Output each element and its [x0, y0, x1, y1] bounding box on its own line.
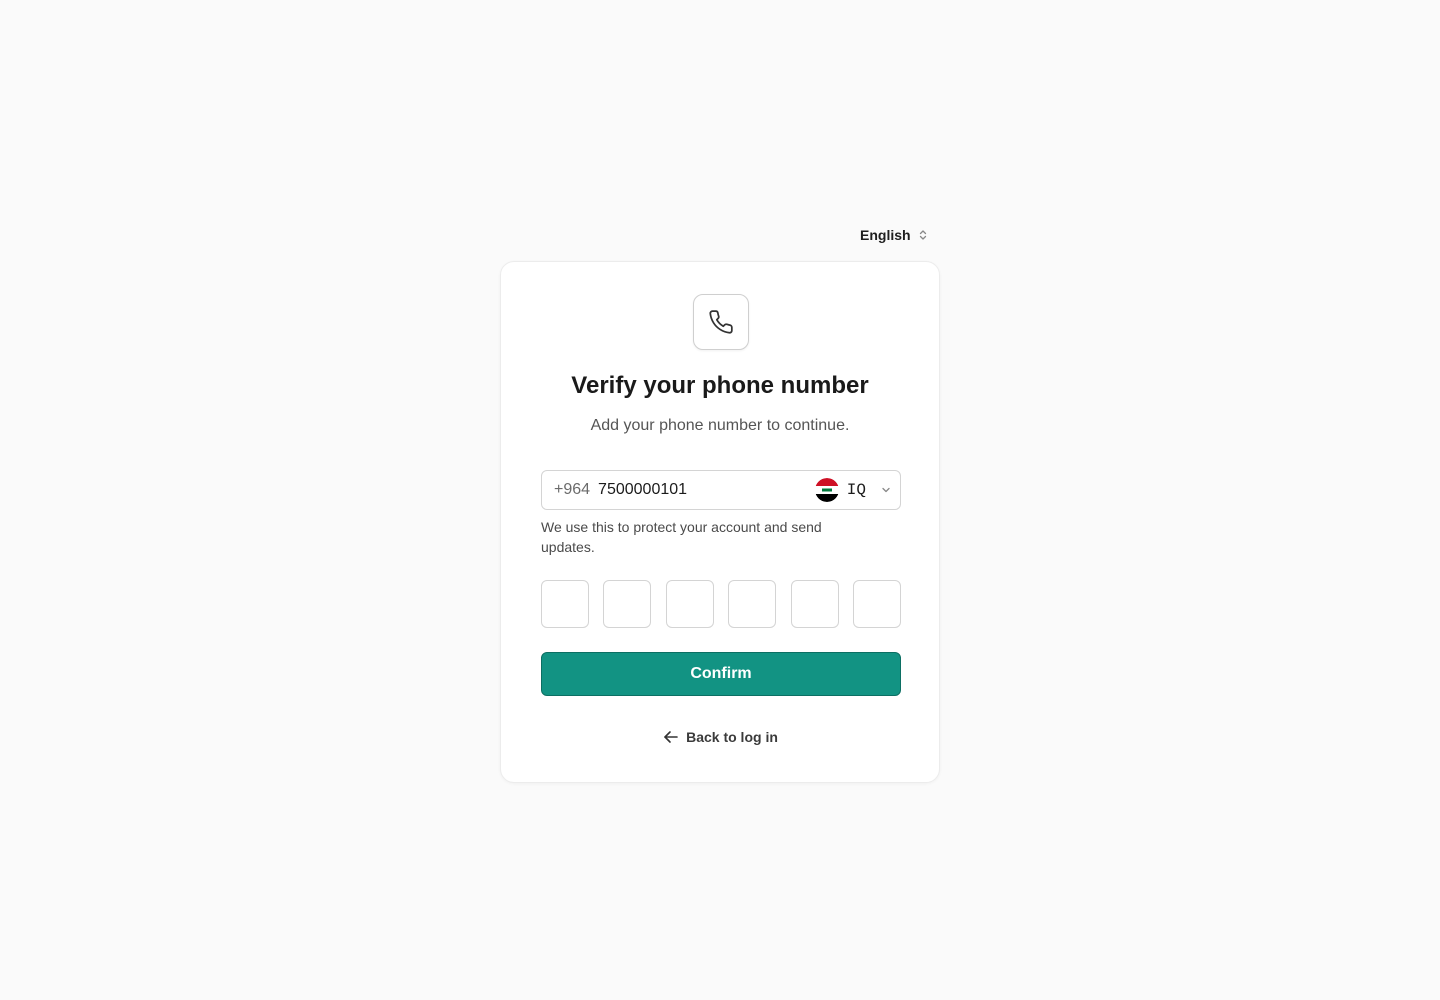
country-select[interactable]: IQ — [814, 477, 892, 503]
otp-digit-3[interactable] — [665, 580, 714, 628]
chevron-down-icon — [882, 487, 890, 493]
arrow-left-icon — [664, 731, 678, 743]
country-code: IQ — [846, 481, 866, 499]
verify-phone-card: Verify your phone number Add your phone … — [500, 261, 940, 783]
otp-digit-4[interactable] — [728, 580, 777, 628]
page-subtitle: Add your phone number to continue. — [590, 417, 850, 434]
phone-badge — [693, 294, 749, 350]
iraq-flag-icon — [814, 478, 839, 502]
phone-helper-text: We use this to protect your account and … — [541, 519, 822, 555]
otp-code-row — [541, 580, 901, 628]
otp-digit-6[interactable] — [852, 580, 901, 628]
phone-icon — [709, 310, 733, 334]
confirm-button[interactable]: Confirm — [541, 652, 901, 696]
phone-number-field[interactable]: +964 IQ — [541, 470, 901, 510]
otp-digit-1[interactable] — [541, 580, 589, 628]
language-select[interactable]: English — [852, 222, 936, 248]
back-to-login-label: Back to log in — [686, 729, 778, 745]
chevron-up-down-icon — [919, 230, 926, 240]
language-label: English — [860, 227, 911, 243]
dial-code: +964 — [554, 481, 591, 498]
page-title: Verify your phone number — [571, 372, 869, 399]
back-to-login-link[interactable]: Back to log in — [501, 728, 939, 746]
otp-digit-5[interactable] — [790, 580, 839, 628]
phone-number-input[interactable] — [598, 472, 799, 508]
otp-digit-2[interactable] — [603, 580, 652, 628]
